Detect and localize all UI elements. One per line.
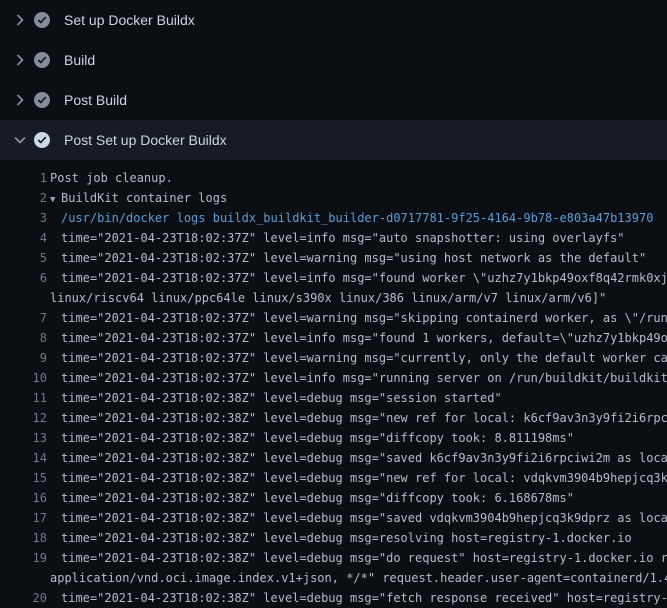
log-text: time="2021-04-23T18:02:38Z" level=debug … — [47, 468, 667, 488]
log-text: time="2021-04-23T18:02:38Z" level=debug … — [47, 448, 667, 468]
log-text: BuildKit container logs — [61, 191, 227, 205]
log-line: 7time="2021-04-23T18:02:37Z" level=warni… — [0, 308, 667, 328]
log-group-toggle[interactable]: ▼BuildKit container logs — [47, 188, 227, 208]
line-number[interactable]: 7 — [0, 308, 47, 328]
log-text: time="2021-04-23T18:02:37Z" level=warnin… — [47, 248, 646, 268]
line-number[interactable]: 15 — [0, 468, 47, 488]
line-number[interactable]: 20 — [0, 588, 47, 608]
log-line: 16time="2021-04-23T18:02:38Z" level=debu… — [0, 488, 667, 508]
log-line: 1Post job cleanup. — [0, 168, 667, 188]
log-text: time="2021-04-23T18:02:38Z" level=debug … — [47, 528, 632, 548]
check-circle-icon — [34, 132, 50, 148]
log-text: time="2021-04-23T18:02:38Z" level=debug … — [47, 548, 667, 568]
check-circle-icon — [34, 92, 50, 108]
log-text: time="2021-04-23T18:02:38Z" level=debug … — [47, 428, 574, 448]
line-number[interactable]: 4 — [0, 228, 47, 248]
log-text: time="2021-04-23T18:02:38Z" level=debug … — [47, 488, 574, 508]
log-text: linux/riscv64 linux/ppc64le linux/s390x … — [47, 288, 606, 308]
line-number[interactable]: 17 — [0, 508, 47, 528]
log-line: 11time="2021-04-23T18:02:38Z" level=debu… — [0, 388, 667, 408]
chevron-down-icon — [12, 132, 28, 148]
line-number[interactable]: 9 — [0, 348, 47, 368]
log-command-text: /usr/bin/docker logs buildx_buildkit_bui… — [47, 208, 653, 228]
log-line: 2▼BuildKit container logs — [0, 188, 667, 208]
log-line: 18time="2021-04-23T18:02:38Z" level=debu… — [0, 528, 667, 548]
log-line: linux/riscv64 linux/ppc64le linux/s390x … — [0, 288, 667, 308]
line-number — [0, 288, 47, 308]
steps-list: Set up Docker Buildx Build Post Build Post … — [0, 0, 667, 160]
log-text: time="2021-04-23T18:02:38Z" level=debug … — [47, 588, 667, 608]
line-number[interactable]: 2 — [0, 188, 47, 208]
log-line: 4time="2021-04-23T18:02:37Z" level=info … — [0, 228, 667, 248]
log-line: 15time="2021-04-23T18:02:38Z" level=debu… — [0, 468, 667, 488]
check-circle-icon — [34, 12, 50, 28]
group-expanded-marker-icon: ▼ — [50, 190, 61, 208]
chevron-right-icon — [12, 52, 28, 68]
line-number[interactable]: 1 — [0, 168, 47, 188]
check-circle-icon — [34, 52, 50, 68]
step-header-build[interactable]: Build — [0, 40, 667, 80]
line-number[interactable]: 16 — [0, 488, 47, 508]
step-header-post-set-up-docker-buildx[interactable]: Post Set up Docker Buildx — [0, 120, 667, 160]
step-title: Build — [64, 52, 95, 68]
line-number[interactable]: 12 — [0, 408, 47, 428]
log-text: time="2021-04-23T18:02:38Z" level=debug … — [47, 508, 667, 528]
step-header-post-build[interactable]: Post Build — [0, 80, 667, 120]
log-line: 20time="2021-04-23T18:02:38Z" level=debu… — [0, 588, 667, 608]
log-line: 5time="2021-04-23T18:02:37Z" level=warni… — [0, 248, 667, 268]
step-title: Set up Docker Buildx — [64, 12, 195, 28]
log-line: 6time="2021-04-23T18:02:37Z" level=info … — [0, 268, 667, 288]
log-line: 3/usr/bin/docker logs buildx_buildkit_bu… — [0, 208, 667, 228]
log-line: 17time="2021-04-23T18:02:38Z" level=debu… — [0, 508, 667, 528]
chevron-right-icon — [12, 12, 28, 28]
step-title: Post Build — [64, 92, 127, 108]
chevron-right-icon — [12, 92, 28, 108]
log-text: time="2021-04-23T18:02:38Z" level=debug … — [47, 388, 502, 408]
log-text: Post job cleanup. — [47, 168, 173, 188]
log-text: time="2021-04-23T18:02:37Z" level=info m… — [47, 368, 667, 388]
line-number[interactable]: 5 — [0, 248, 47, 268]
log-text: time="2021-04-23T18:02:38Z" level=debug … — [47, 408, 667, 428]
log-text: time="2021-04-23T18:02:37Z" level=info m… — [47, 328, 667, 348]
log-line: 13time="2021-04-23T18:02:38Z" level=debu… — [0, 428, 667, 448]
log-text: time="2021-04-23T18:02:37Z" level=info m… — [47, 228, 625, 248]
log-text: time="2021-04-23T18:02:37Z" level=warnin… — [47, 308, 667, 328]
log-line: 12time="2021-04-23T18:02:38Z" level=debu… — [0, 408, 667, 428]
line-number[interactable]: 3 — [0, 208, 47, 228]
line-number[interactable]: 6 — [0, 268, 47, 288]
log-line: 14time="2021-04-23T18:02:38Z" level=debu… — [0, 448, 667, 468]
log-line: 19time="2021-04-23T18:02:38Z" level=debu… — [0, 548, 667, 568]
log-text: time="2021-04-23T18:02:37Z" level=warnin… — [47, 348, 667, 368]
log-text: time="2021-04-23T18:02:37Z" level=info m… — [47, 268, 667, 288]
log-line: 8time="2021-04-23T18:02:37Z" level=info … — [0, 328, 667, 348]
line-number[interactable]: 13 — [0, 428, 47, 448]
log-viewer[interactable]: 1Post job cleanup.2▼BuildKit container l… — [0, 160, 667, 608]
line-number[interactable]: 18 — [0, 528, 47, 548]
line-number[interactable]: 19 — [0, 548, 47, 568]
step-header-set-up-docker-buildx[interactable]: Set up Docker Buildx — [0, 0, 667, 40]
step-title: Post Set up Docker Buildx — [64, 132, 227, 148]
log-line: application/vnd.oci.image.index.v1+json,… — [0, 568, 667, 588]
log-text: application/vnd.oci.image.index.v1+json,… — [47, 568, 667, 588]
line-number[interactable]: 14 — [0, 448, 47, 468]
line-number[interactable]: 11 — [0, 388, 47, 408]
line-number[interactable]: 10 — [0, 368, 47, 388]
log-line: 9time="2021-04-23T18:02:37Z" level=warni… — [0, 348, 667, 368]
line-number[interactable]: 8 — [0, 328, 47, 348]
line-number — [0, 568, 47, 588]
log-line: 10time="2021-04-23T18:02:37Z" level=info… — [0, 368, 667, 388]
